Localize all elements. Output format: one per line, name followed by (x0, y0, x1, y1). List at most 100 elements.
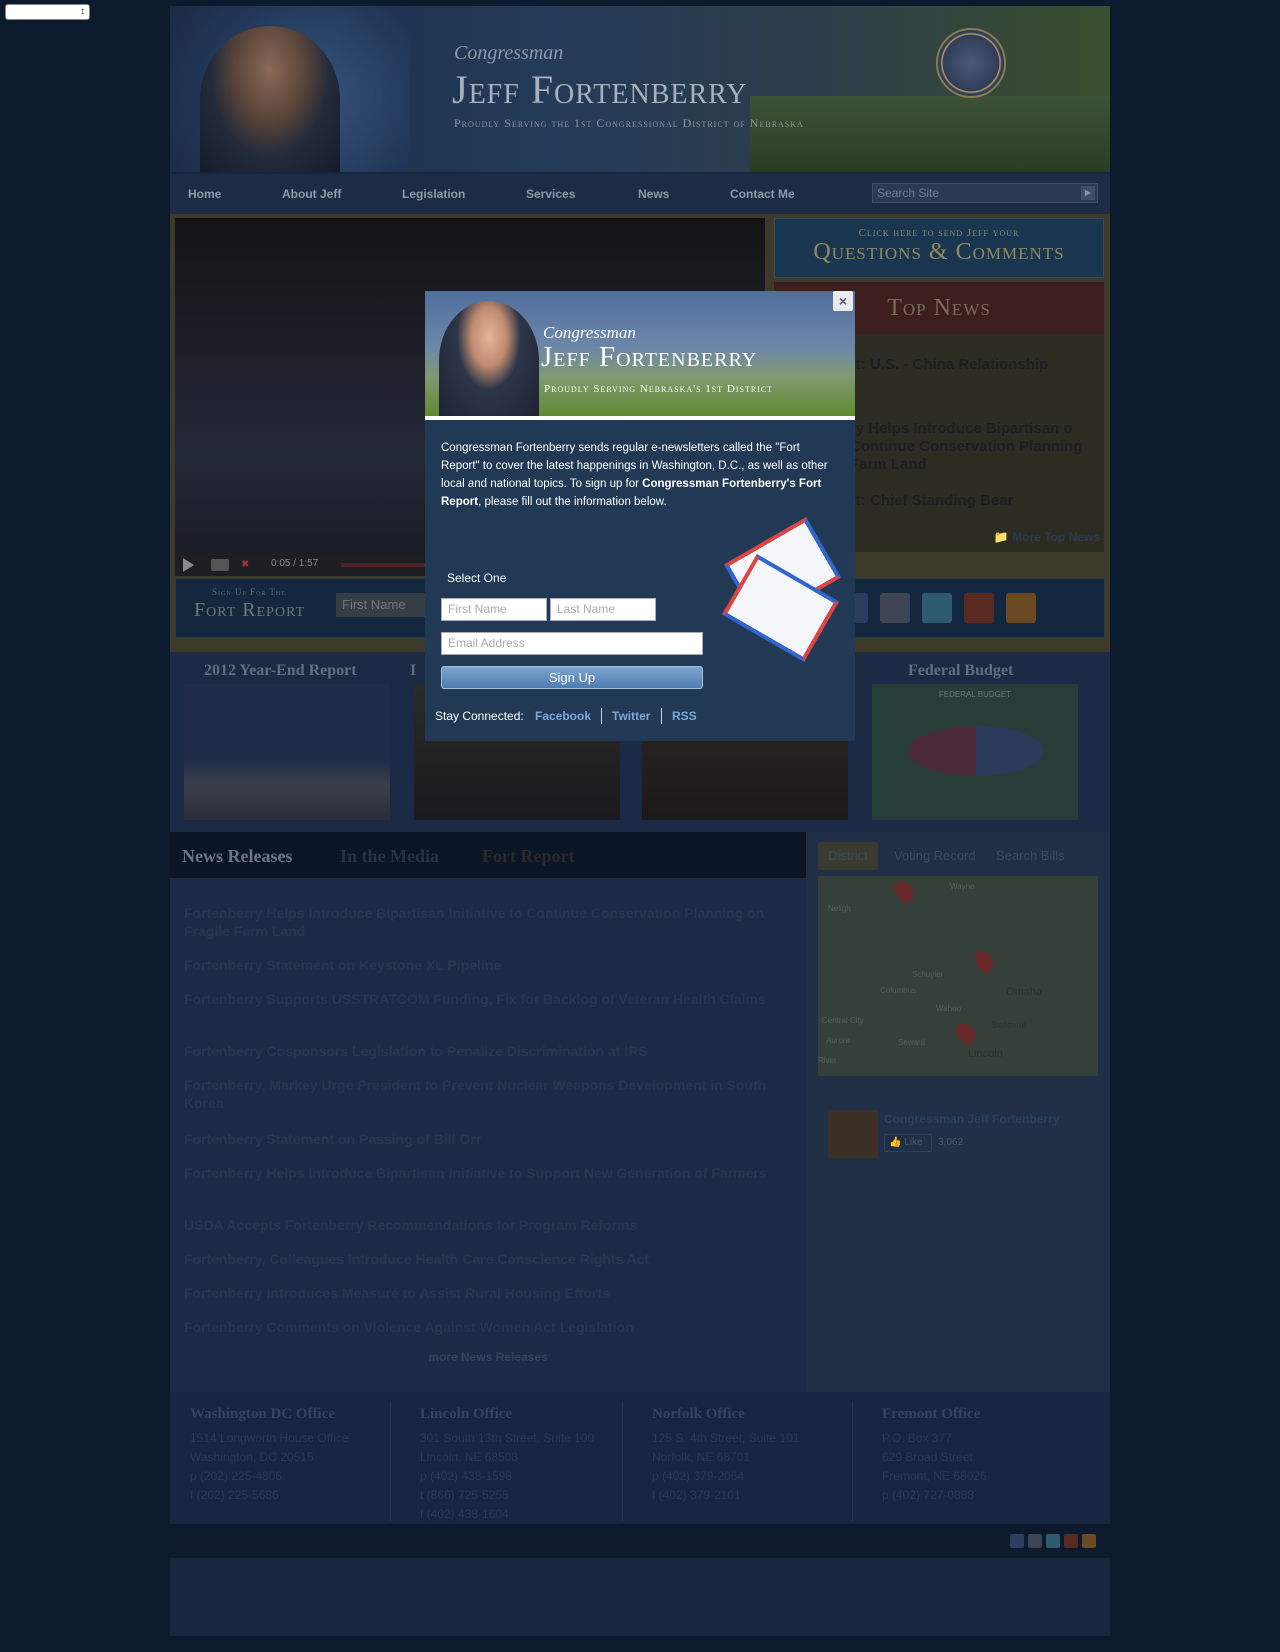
map-pin-icon[interactable] (970, 947, 998, 975)
like-count: 3,062 (938, 1137, 964, 1148)
facebook-like-button[interactable]: 👍 Like (884, 1134, 932, 1152)
nav-contact-me[interactable]: Contact Me (730, 174, 795, 214)
news-tabs: News Releases In the Media Fort Report (170, 832, 806, 878)
tab-voting-record[interactable]: Voting Record (884, 842, 986, 870)
news-item[interactable]: Fortenberry, Colleagues Introduce Health… (184, 1250, 784, 1268)
select-one-label[interactable]: Select One (447, 571, 506, 585)
email-input[interactable]: Email Address (441, 632, 703, 655)
rss-link[interactable]: RSS (672, 709, 697, 723)
federal-budget-image[interactable]: FEDERAL BUDGET (872, 684, 1078, 820)
twitter-icon[interactable] (1046, 1534, 1060, 1548)
office-line: Norfolk, NE 68701 (652, 1450, 751, 1464)
nav-legislation[interactable]: Legislation (402, 174, 465, 214)
header-name[interactable]: Jeff Fortenberry (452, 66, 748, 113)
congressman-photo (200, 26, 340, 172)
close-icon[interactable]: × (833, 291, 853, 311)
youtube-icon[interactable] (1064, 1534, 1078, 1548)
top-select-dropdown[interactable]: ↕ (5, 4, 90, 20)
facebook-page-name[interactable]: Congressman Jeff Fortenberry (884, 1112, 1059, 1126)
play-icon[interactable] (183, 558, 194, 572)
map-pin-icon[interactable] (952, 1019, 980, 1047)
search-input[interactable]: Search Site ▶ (872, 183, 1098, 203)
search-placeholder: Search Site (877, 186, 940, 200)
tab-in-the-media[interactable]: In the Media (340, 846, 439, 867)
stay-connected-label: Stay Connected: (435, 709, 524, 723)
office-line: p (402) 438-1598 (420, 1469, 513, 1483)
nav-about-jeff[interactable]: About Jeff (282, 174, 341, 214)
office-divider (390, 1402, 391, 1522)
news-item[interactable]: Fortenberry Introduces Measure to Assist… (184, 1284, 784, 1302)
map-label: Schuyler (912, 970, 944, 979)
more-news-releases-link[interactable]: more News Releases (170, 1350, 806, 1364)
flickr-icon[interactable] (1028, 1534, 1042, 1548)
map-label: Bellevue (992, 1020, 1027, 1030)
news-item[interactable]: Fortenberry Statement on Passing of Bill… (184, 1130, 784, 1148)
map-label: Seward (898, 1038, 926, 1047)
map-label: Wayne (950, 882, 975, 891)
federal-budget-caption: FEDERAL BUDGET (938, 690, 1012, 699)
tab-district[interactable]: District (818, 842, 878, 870)
facebook-profile-image[interactable] (828, 1110, 878, 1158)
news-item[interactable]: Fortenberry Helps Introduce Bipartisan I… (184, 904, 784, 940)
top-news-item[interactable]: ry Helps Introduce Bipartisan o Continue… (850, 420, 1100, 474)
office-norfolk: Norfolk Office 125 S. 4th Street, Suite … (652, 1406, 862, 1505)
flickr-icon[interactable] (880, 593, 910, 623)
office-title: Washington DC Office (190, 1406, 336, 1422)
office-line: f (202) 225-5686 (190, 1488, 279, 1502)
nav-news[interactable]: News (638, 174, 669, 214)
report-title-federal-budget[interactable]: Federal Budget (908, 662, 1013, 680)
sign-up-button[interactable]: Sign Up (441, 666, 703, 689)
facebook-like-box: Congressman Jeff Fortenberry 👍 Like 3,06… (828, 1110, 1098, 1170)
questions-comments-button[interactable]: Click here to send Jeff your Questions &… (774, 218, 1104, 278)
news-item[interactable]: Fortenberry Helps Introduce Bipartisan I… (184, 1164, 784, 1182)
office-line: 301 South 13th Street, Suite 100 (420, 1431, 595, 1445)
map-pin-icon[interactable] (890, 877, 918, 905)
news-item[interactable]: USDA Accepts Fortenberry Recommendations… (184, 1216, 784, 1234)
tab-search-bills[interactable]: Search Bills (986, 842, 1075, 870)
office-line: f (402) 438-1604 (420, 1507, 509, 1521)
office-line: 1514 Longworth House Office (190, 1431, 349, 1445)
map-label: Central City (822, 1016, 864, 1025)
news-item[interactable]: Fortenberry Cosponsors Legislation to Pe… (184, 1042, 784, 1060)
report-title-2[interactable]: I (410, 662, 416, 680)
map-label: Aurora (826, 1036, 851, 1045)
office-line: 629 Broad Street (882, 1450, 973, 1464)
nav-services[interactable]: Services (526, 174, 575, 214)
map-label: Lincoln (968, 1048, 1003, 1060)
twitter-icon[interactable] (922, 593, 952, 623)
tab-fort-report[interactable]: Fort Report (482, 846, 574, 867)
mute-icon[interactable]: ✖ (241, 559, 257, 571)
facebook-icon[interactable] (1010, 1534, 1024, 1548)
map-label: River (818, 1056, 837, 1065)
top-news-item[interactable]: rt: Chief Standing Bear (850, 492, 1100, 509)
tab-news-releases[interactable]: News Releases (182, 846, 292, 867)
search-go-icon[interactable]: ▶ (1081, 186, 1095, 200)
capitol-image[interactable] (184, 684, 390, 820)
facebook-link[interactable]: Facebook (535, 709, 591, 723)
budget-pie-chart (908, 726, 1044, 776)
youtube-icon[interactable] (964, 593, 994, 623)
modal-name: Jeff Fortenberry (541, 341, 758, 373)
like-label: Like (904, 1137, 923, 1148)
news-item[interactable]: Fortenberry Comments on Violence Against… (184, 1318, 784, 1336)
nav-home[interactable]: Home (188, 174, 221, 214)
captions-icon[interactable] (211, 559, 229, 571)
video-time: 0:05 / 1:57 (271, 558, 319, 569)
last-name-input[interactable]: Last Name (550, 598, 656, 621)
rss-icon[interactable] (1006, 593, 1036, 623)
map-label: Wahoo (936, 1004, 962, 1013)
news-item[interactable]: Fortenberry Supports USSTRATCOM Funding,… (184, 990, 784, 1008)
twitter-link[interactable]: Twitter (612, 709, 650, 723)
office-line: p (402) 727-0888 (882, 1488, 975, 1502)
office-line: t (866) 725-5255 (420, 1488, 509, 1502)
first-name-input[interactable]: First Name (441, 598, 547, 621)
top-news-item[interactable]: rt: U.S. - China Relationship (850, 356, 1100, 373)
report-title-year-end[interactable]: 2012 Year-End Report (204, 662, 357, 680)
folder-icon: 📁 (993, 530, 1009, 544)
map-label: Columbus (880, 986, 917, 995)
rss-icon[interactable] (1082, 1534, 1096, 1548)
district-map[interactable]: Wayne Neligh Schuyler Columbus Wahoo Oma… (818, 876, 1098, 1076)
news-item[interactable]: Fortenberry Statement on Keystone XL Pip… (184, 956, 784, 974)
office-line: Lincoln, NE 68508 (420, 1450, 519, 1464)
news-item[interactable]: Fortenberry, Markey Urge President to Pr… (184, 1076, 784, 1112)
